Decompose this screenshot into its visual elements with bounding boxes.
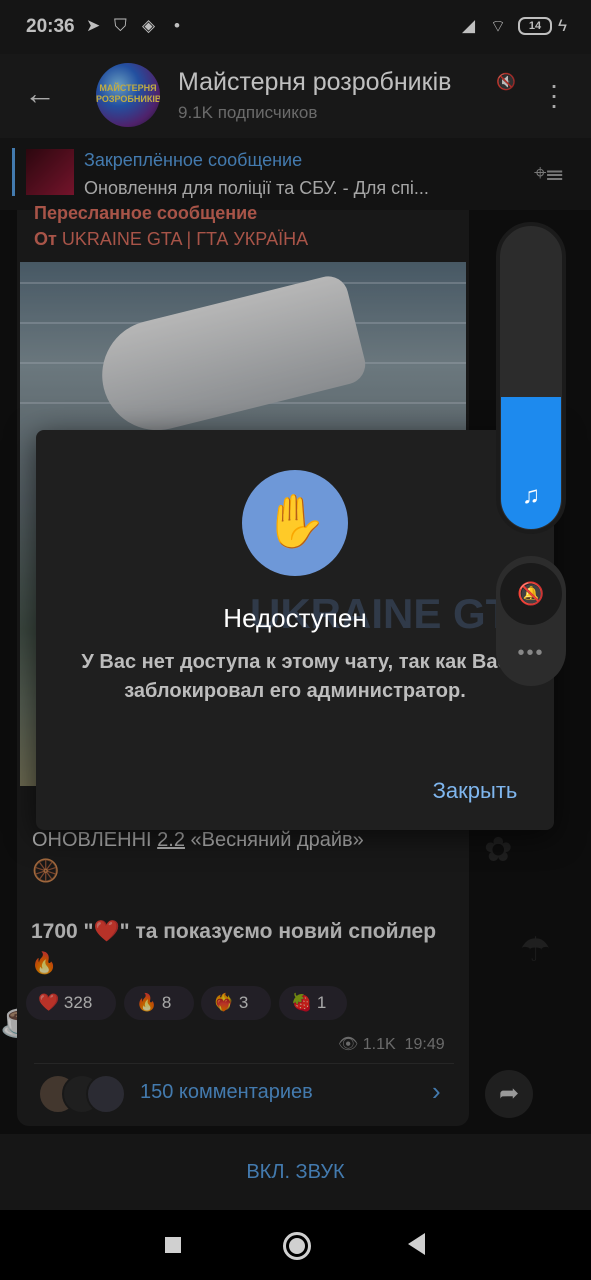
close-button[interactable]: Закрыть — [412, 778, 538, 804]
bell-off-icon[interactable]: 🔕 — [500, 563, 562, 625]
hand-stop-icon: ✋ — [262, 493, 328, 551]
dialog-title: Недоступен — [223, 603, 367, 633]
home-icon-inner — [289, 1238, 305, 1254]
dialog-body: У Вас нет доступа к этому чату, так как … — [81, 651, 509, 702]
more-horiz-icon[interactable]: ••• — [500, 642, 562, 665]
back-triangle-icon[interactable] — [408, 1233, 425, 1255]
recents-icon[interactable] — [165, 1237, 181, 1253]
music-note-icon: ♫ — [522, 482, 540, 509]
